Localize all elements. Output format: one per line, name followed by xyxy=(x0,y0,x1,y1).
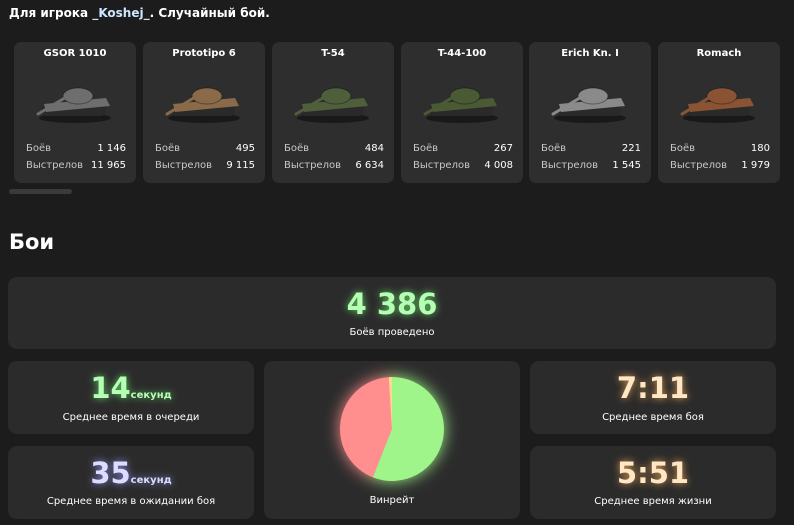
battle-time-value: 7:11 xyxy=(616,371,690,405)
winrate-pie-chart xyxy=(339,377,444,481)
winrate-card: Винрейт xyxy=(264,361,520,519)
wait-time-value: 35секунд xyxy=(8,456,254,490)
life-time-card: 5:51 Среднее время жизни xyxy=(530,446,776,519)
tank-card[interactable]: Erich Kn. I Боёв 221 Выстрелов 1 545 xyxy=(529,42,651,183)
shots-value: 6 634 xyxy=(355,160,384,171)
header-prefix: Для игрока xyxy=(9,6,89,20)
shots-label: Выстрелов xyxy=(26,160,83,171)
wait-time-number: 35 xyxy=(90,456,131,490)
tank-icon xyxy=(680,87,755,123)
player-name[interactable]: _Koshej_ xyxy=(92,6,149,20)
winrate-label: Винрейт xyxy=(369,495,415,506)
tank-name: GSOR 1010 xyxy=(43,48,107,59)
tank-name: Prototipo 6 xyxy=(172,48,236,59)
wait-time-card: 35секунд Среднее время в ожидании боя xyxy=(8,446,254,519)
shots-row: Выстрелов 9 115 xyxy=(155,160,255,171)
total-battles-card: 4 386 Боёв проведено xyxy=(8,277,776,349)
tank-name: Romach xyxy=(696,48,742,59)
queue-time-label: Среднее время в очереди xyxy=(62,412,200,423)
shots-row: Выстрелов 1 545 xyxy=(541,160,641,171)
total-battles-label: Боёв проведено xyxy=(349,327,435,338)
shots-row: Выстрелов 11 965 xyxy=(26,160,126,171)
wait-time-label: Среднее время в ожидании боя xyxy=(46,496,216,507)
tank-card[interactable]: T-44-100 Боёв 267 Выстрелов 4 008 xyxy=(401,42,523,183)
tank-card[interactable]: T-54 Боёв 484 Выстрелов 6 634 xyxy=(272,42,394,183)
shots-label: Выстрелов xyxy=(670,160,727,171)
header-suffix: . Случайный бой. xyxy=(149,6,270,20)
carousel-scrollbar[interactable] xyxy=(9,189,72,194)
battle-time-card: 7:11 Среднее время боя xyxy=(530,361,776,434)
queue-time-number: 14 xyxy=(90,371,131,405)
life-time-value: 5:51 xyxy=(616,456,690,490)
shots-label: Выстрелов xyxy=(284,160,341,171)
queue-time-unit: секунд xyxy=(130,390,172,401)
battles-row: Боёв 1 146 xyxy=(26,143,126,154)
shots-value: 11 965 xyxy=(91,160,126,171)
tank-icon xyxy=(165,87,240,123)
battles-row: Боёв 267 xyxy=(413,143,513,154)
life-time-label: Среднее время жизни xyxy=(594,496,712,507)
shots-row: Выстрелов 1 979 xyxy=(670,160,770,171)
shots-value: 1 545 xyxy=(612,160,641,171)
shots-label: Выстрелов xyxy=(541,160,598,171)
battles-value: 484 xyxy=(364,143,384,154)
battles-row: Боёв 221 xyxy=(541,143,641,154)
total-battles-value: 4 386 xyxy=(346,287,438,321)
tank-name: Erich Kn. I xyxy=(561,48,619,59)
shots-value: 1 979 xyxy=(741,160,770,171)
battles-row: Боёв 484 xyxy=(284,143,384,154)
shots-value: 9 115 xyxy=(226,160,255,171)
battles-label: Боёв xyxy=(155,143,181,154)
tank-icon xyxy=(36,87,111,123)
shots-value: 4 008 xyxy=(484,160,513,171)
battles-row: Боёв 180 xyxy=(670,143,770,154)
tank-name: T-44-100 xyxy=(437,48,487,59)
queue-time-card: 14секунд Среднее время в очереди xyxy=(8,361,254,434)
pie-group xyxy=(339,377,444,481)
tank-icon xyxy=(551,87,626,123)
battles-value: 495 xyxy=(235,143,255,154)
battles-value: 267 xyxy=(493,143,513,154)
tank-name: T-54 xyxy=(321,48,345,59)
battle-time-label: Среднее время боя xyxy=(602,412,704,423)
tank-carousel: GSOR 1010 Боёв 1 146 Выстрелов 11 965 Prot… xyxy=(14,42,794,184)
section-title: Бои xyxy=(9,230,55,254)
shots-row: Выстрелов 6 634 xyxy=(284,160,384,171)
queue-time-value: 14секунд xyxy=(8,371,254,405)
battles-value: 1 146 xyxy=(97,143,126,154)
battles-label: Боёв xyxy=(670,143,696,154)
shots-label: Выстрелов xyxy=(413,160,470,171)
battles-label: Боёв xyxy=(284,143,310,154)
shots-row: Выстрелов 4 008 xyxy=(413,160,513,171)
battles-value: 180 xyxy=(750,143,770,154)
tank-icon xyxy=(294,87,369,123)
tank-icon xyxy=(423,87,498,123)
battles-label: Боёв xyxy=(413,143,439,154)
battles-row: Боёв 495 xyxy=(155,143,255,154)
shots-label: Выстрелов xyxy=(155,160,212,171)
battles-label: Боёв xyxy=(541,143,567,154)
battles-value: 221 xyxy=(621,143,641,154)
tank-card[interactable]: Prototipo 6 Боёв 495 Выстрелов 9 115 xyxy=(143,42,265,183)
tank-card[interactable]: GSOR 1010 Боёв 1 146 Выстрелов 11 965 xyxy=(14,42,136,183)
battles-label: Боёв xyxy=(26,143,52,154)
page-header: Для игрока _Koshej_. Случайный бой. xyxy=(9,6,270,20)
wait-time-unit: секунд xyxy=(130,475,172,486)
tank-card[interactable]: Romach Боёв 180 Выстрелов 1 979 xyxy=(658,42,780,183)
